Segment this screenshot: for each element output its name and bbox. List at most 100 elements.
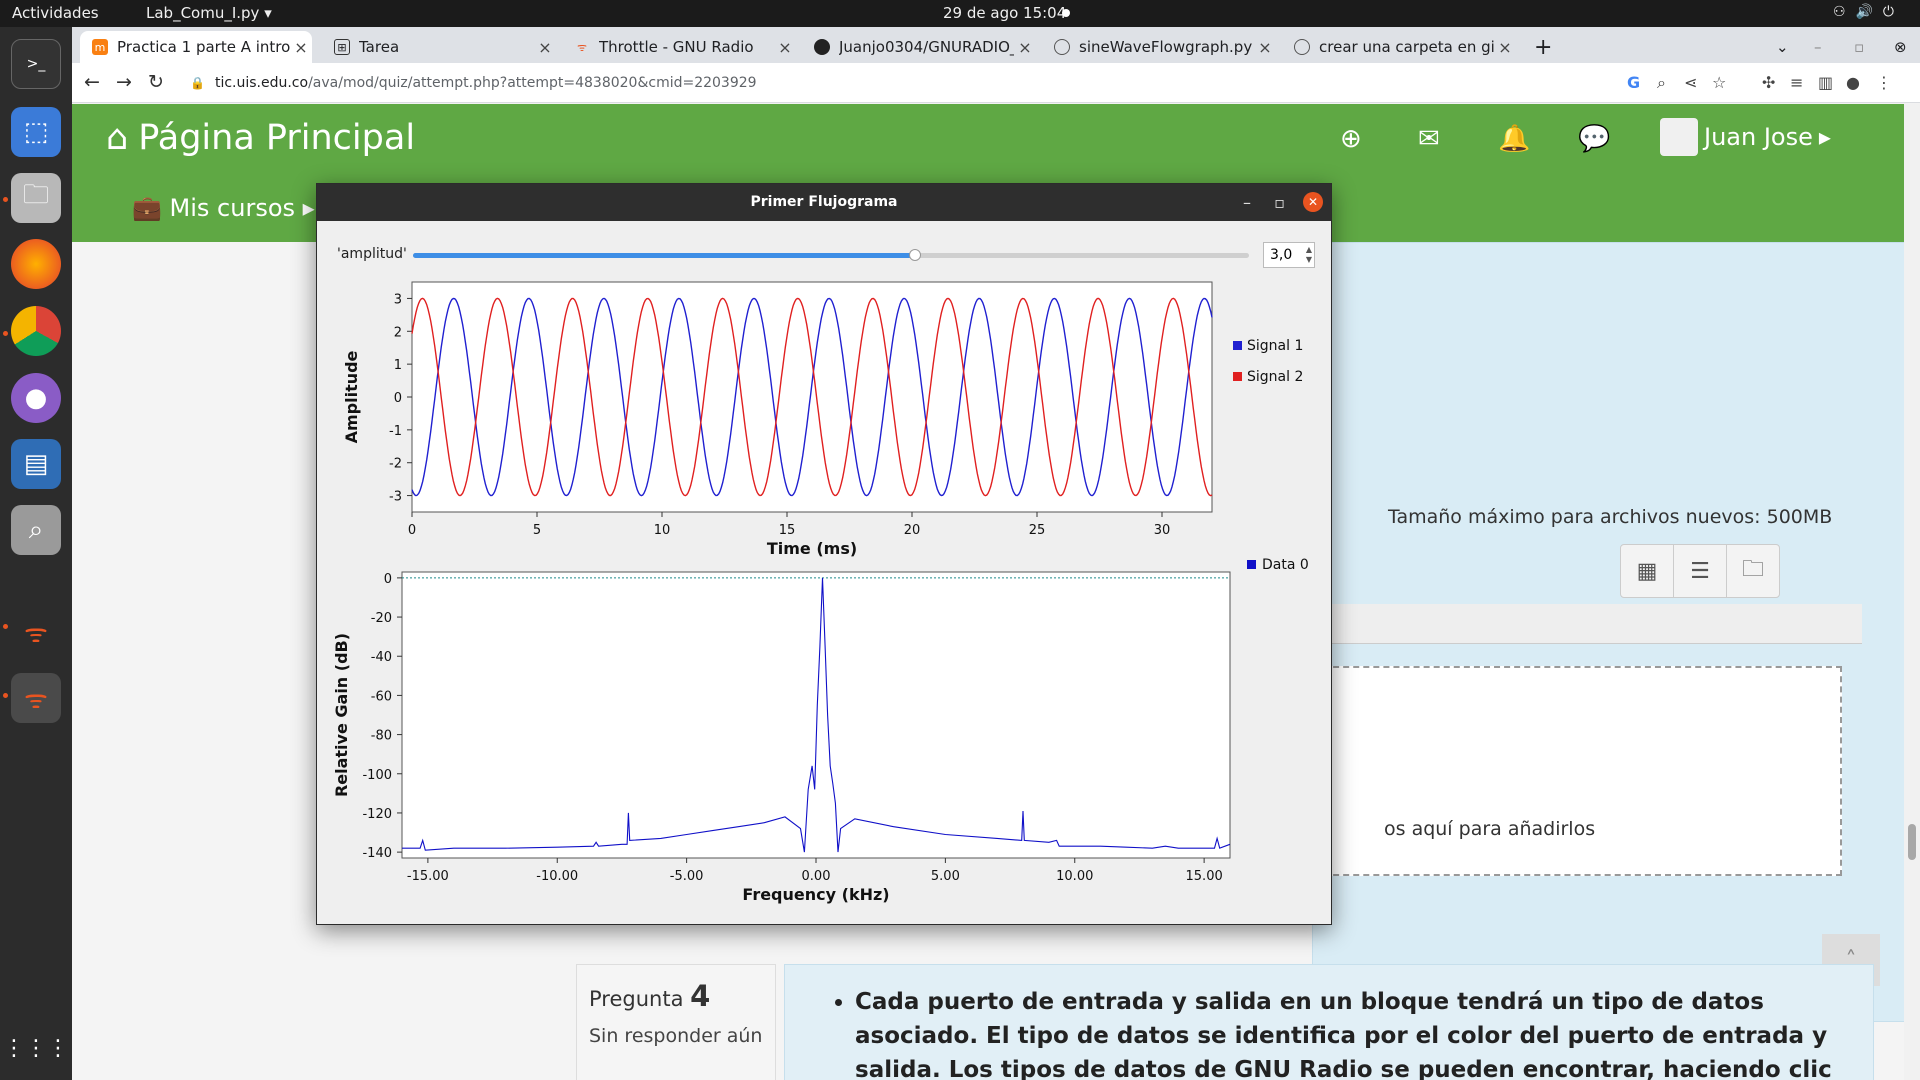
reading-list-icon[interactable]: ≡ bbox=[1790, 73, 1803, 92]
time-x-tick-label: 30 bbox=[1154, 523, 1171, 538]
gnuradio-running-icon[interactable]: ᯤ bbox=[11, 673, 61, 723]
firefox-icon[interactable] bbox=[11, 239, 61, 289]
freq-x-tick-label: 0.00 bbox=[802, 869, 831, 884]
tab-carpeta[interactable]: crear una carpeta en gith × bbox=[1282, 31, 1516, 63]
gnuradio-window: Primer Flujograma – ▫ ✕ 'amplitud' 3,0 ▲… bbox=[316, 183, 1332, 925]
slider-label: 'amplitud' bbox=[337, 246, 407, 262]
back-icon[interactable]: ← bbox=[84, 71, 100, 93]
bookmark-star-icon[interactable]: ☆ bbox=[1712, 73, 1726, 92]
tab-practica[interactable]: m Practica 1 parte A introdu × bbox=[80, 31, 312, 63]
freq-y-tick-label: -20 bbox=[371, 611, 392, 626]
chrome-icon[interactable] bbox=[11, 306, 61, 356]
running-indicator bbox=[3, 693, 8, 698]
home-label: Página Principal bbox=[138, 118, 416, 158]
slider-handle[interactable] bbox=[908, 249, 921, 261]
restore-icon[interactable]: ▫ bbox=[1842, 31, 1872, 63]
tab-tarea[interactable]: ⊞ Tarea × bbox=[322, 31, 556, 63]
system-top-bar: Actividades Lab_Comu_I.py ▾ 29 de ago 15… bbox=[0, 0, 1920, 27]
url-path: /ava/mod/quiz/attempt.php?attempt=483802… bbox=[308, 75, 757, 91]
mail-icon[interactable]: ✉ bbox=[1418, 124, 1440, 154]
search-tool-icon[interactable]: ⌕ bbox=[11, 505, 61, 555]
amplitude-slider[interactable] bbox=[413, 249, 1249, 261]
briefcase-icon: 💼 bbox=[132, 194, 162, 222]
home-link[interactable]: ⌂ Página Principal bbox=[106, 118, 415, 158]
gnuradio-icon[interactable]: ᯤ bbox=[11, 607, 61, 657]
forward-icon[interactable]: → bbox=[116, 71, 132, 93]
globe-icon bbox=[1054, 39, 1070, 55]
window-titlebar[interactable]: Primer Flujograma – ▫ ✕ bbox=[317, 184, 1331, 221]
globe-icon bbox=[1294, 39, 1310, 55]
files-icon[interactable]: 🗀 bbox=[11, 173, 61, 223]
share-icon[interactable]: ⋖ bbox=[1684, 73, 1697, 92]
home-icon: ⌂ bbox=[106, 118, 129, 158]
page-scrollbar[interactable] bbox=[1904, 104, 1920, 1080]
extensions-icon[interactable]: ✣ bbox=[1762, 73, 1775, 92]
minimize-icon[interactable]: – bbox=[1243, 184, 1251, 221]
maximize-icon[interactable]: ▫ bbox=[1274, 184, 1285, 221]
lock-icon[interactable]: 🔒 bbox=[190, 76, 205, 90]
close-tab-icon[interactable]: × bbox=[534, 38, 556, 57]
caret-right-icon: ▸ bbox=[1818, 123, 1831, 151]
list-view-icon[interactable]: ☰ bbox=[1674, 545, 1727, 597]
google-icon[interactable]: G bbox=[1627, 73, 1640, 92]
user-name: Juan Jose bbox=[1704, 123, 1813, 151]
clock[interactable]: 29 de ago 15:04 bbox=[943, 4, 1066, 22]
user-menu[interactable]: Juan Jose ▸ bbox=[1660, 118, 1831, 156]
close-tab-icon[interactable]: × bbox=[1254, 38, 1276, 57]
tab-search-chevron-icon[interactable]: ⌄ bbox=[1764, 31, 1794, 63]
tab-throttle[interactable]: ᯤ Throttle - GNU Radio × bbox=[562, 31, 796, 63]
tab-github[interactable]: Juanjo0304/GNURADIO_ × bbox=[802, 31, 1036, 63]
side-panel-icon[interactable]: ▥ bbox=[1818, 73, 1833, 92]
tab-sinewave[interactable]: sineWaveFlowgraph.py × bbox=[1042, 31, 1276, 63]
spinbox-value: 3,0 bbox=[1270, 247, 1293, 263]
chat-icon[interactable]: 💬 bbox=[1578, 124, 1610, 154]
amplitude-control: 'amplitud' 3,0 ▲ ▼ bbox=[337, 242, 1317, 268]
close-window-icon[interactable]: ⊗ bbox=[1882, 31, 1912, 63]
time-y-tick-label: -1 bbox=[389, 424, 402, 439]
minimize-icon[interactable]: – bbox=[1802, 31, 1832, 63]
download-icon[interactable]: ⊕ bbox=[1340, 124, 1362, 154]
terminal-icon[interactable]: >_ bbox=[11, 39, 61, 89]
tab-strip: m Practica 1 parte A introdu × ⊞ Tarea ×… bbox=[72, 27, 1920, 63]
close-tab-icon[interactable]: × bbox=[774, 38, 796, 57]
new-tab-button[interactable]: + bbox=[1522, 31, 1562, 63]
app-menu[interactable]: Lab_Comu_I.py ▾ bbox=[146, 4, 272, 22]
screenshot-icon[interactable]: ⬚ bbox=[11, 107, 61, 157]
reload-icon[interactable]: ↻ bbox=[148, 71, 164, 93]
camera-icon[interactable]: ● bbox=[11, 373, 61, 423]
time-y-tick-label: -3 bbox=[389, 490, 402, 505]
activities-button[interactable]: Actividades bbox=[12, 4, 99, 22]
spin-arrows-icon[interactable]: ▲ ▼ bbox=[1306, 245, 1312, 265]
freq-x-tick-label: -15.00 bbox=[407, 869, 449, 884]
time-y-tick-label: -2 bbox=[389, 457, 402, 472]
close-icon[interactable]: ✕ bbox=[1303, 192, 1323, 212]
question-bullet: Cada puerto de entrada y salida en un bl… bbox=[855, 985, 1843, 1080]
scrollbar-thumb[interactable] bbox=[1908, 824, 1916, 860]
folder-view-icon[interactable]: 🗀 bbox=[1727, 545, 1779, 597]
dock: >_ ⬚ 🗀 ● ▤ ⌕ ᯤ ᯤ ⋮⋮⋮ bbox=[0, 27, 72, 1080]
writer-icon[interactable]: ▤ bbox=[11, 439, 61, 489]
time-y-tick-label: 2 bbox=[394, 325, 402, 340]
freq-y-tick-label: -140 bbox=[362, 846, 392, 861]
freq-y-tick-label: 0 bbox=[384, 572, 392, 587]
time-x-tick-label: 10 bbox=[654, 523, 671, 538]
github-icon bbox=[814, 39, 830, 55]
bell-icon[interactable]: 🔔 bbox=[1498, 124, 1530, 154]
system-status-icons[interactable]: ⚇🔊⏻ bbox=[1833, 4, 1904, 20]
question-info: Pregunta 4 Sin responder aún bbox=[576, 964, 776, 1080]
close-tab-icon[interactable]: × bbox=[290, 38, 312, 57]
my-courses-menu[interactable]: 💼 Mis cursos ▸ bbox=[132, 194, 315, 222]
close-tab-icon[interactable]: × bbox=[1494, 38, 1516, 57]
profile-icon[interactable]: ● bbox=[1846, 73, 1860, 92]
freq-x-tick-label: 10.00 bbox=[1056, 869, 1093, 884]
menu-icon[interactable]: ⋮ bbox=[1876, 73, 1892, 92]
moodle-icon: ⊞ bbox=[334, 39, 350, 55]
amplitude-spinbox[interactable]: 3,0 ▲ ▼ bbox=[1263, 242, 1315, 268]
show-apps-icon[interactable]: ⋮⋮⋮ bbox=[3, 1023, 69, 1073]
close-tab-icon[interactable]: × bbox=[1014, 38, 1036, 57]
freq-legend-swatch bbox=[1247, 560, 1256, 569]
zoom-icon[interactable]: ⌕ bbox=[1657, 73, 1666, 93]
time-x-tick-label: 5 bbox=[533, 523, 541, 538]
address-bar[interactable]: 🔒 tic.uis.edu.co /ava/mod/quiz/attempt.p… bbox=[180, 68, 1664, 98]
grid-view-icon[interactable]: ▦ bbox=[1621, 545, 1674, 597]
